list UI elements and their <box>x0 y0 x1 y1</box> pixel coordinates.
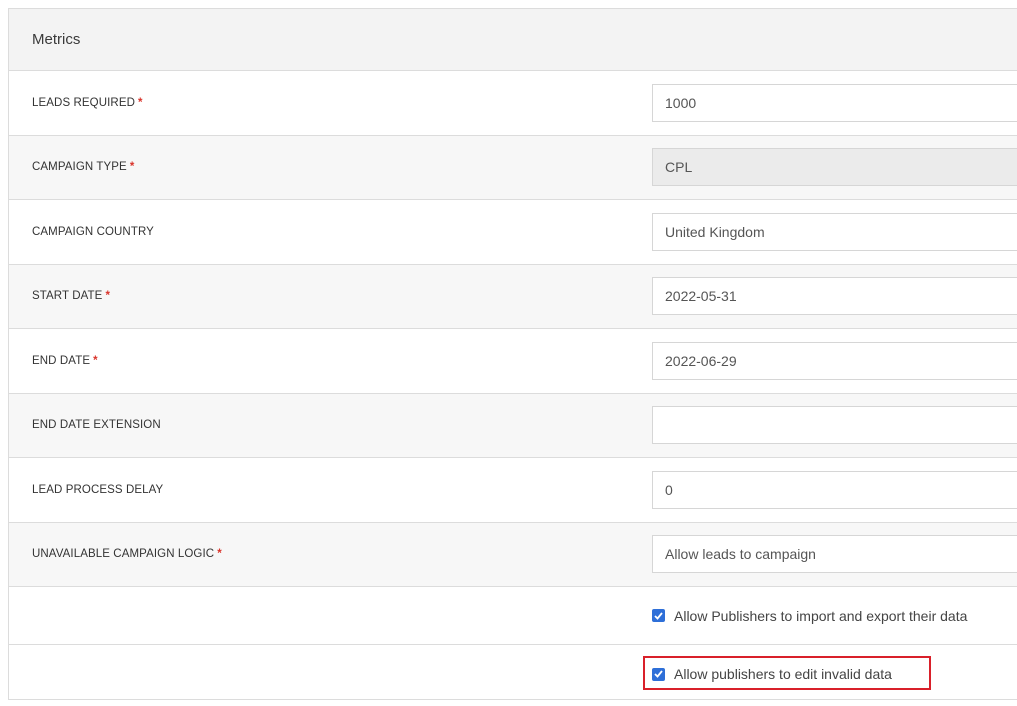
unavailable-campaign-logic-select[interactable]: Allow leads to campaign <box>652 535 1017 574</box>
row-start-date: START DATE * 2022-05-31 <box>9 264 1017 329</box>
row-edit-invalid-checkbox: Allow publishers to edit invalid data <box>9 645 1017 703</box>
field-label: LEADS REQUIRED * <box>32 96 143 109</box>
end-date-input[interactable]: 2022-06-29 <box>652 341 1017 380</box>
panel-title: Metrics <box>32 31 81 48</box>
start-date-input[interactable]: 2022-05-31 <box>652 277 1017 316</box>
row-import-export-checkbox: Allow Publishers to import and export th… <box>9 587 1017 645</box>
field-label: START DATE * <box>32 290 111 303</box>
row-leads-required: LEADS REQUIRED * 1000 <box>9 71 1017 136</box>
checkbox-label: Allow Publishers to import and export th… <box>674 607 968 624</box>
row-campaign-type: CAMPAIGN TYPE * CPL <box>9 135 1017 200</box>
metrics-panel: Metrics LEADS REQUIRED * 1000 CAMPAIGN TY… <box>8 8 1017 700</box>
field-label: END DATE * <box>32 354 98 367</box>
checkbox-checked-icon[interactable] <box>652 609 665 622</box>
row-end-date-extension: END DATE EXTENSION <box>9 393 1017 458</box>
campaign-country-select[interactable]: United Kingdom <box>652 212 1017 251</box>
field-label: CAMPAIGN COUNTRY <box>32 225 154 238</box>
row-end-date: END DATE * 2022-06-29 <box>9 329 1017 394</box>
end-date-extension-input[interactable] <box>652 406 1017 445</box>
leads-required-input[interactable]: 1000 <box>652 83 1017 122</box>
edit-invalid-data-checkbox[interactable]: Allow publishers to edit invalid data <box>652 666 892 682</box>
field-label: UNAVAILABLE CAMPAIGN LOGIC * <box>32 548 222 561</box>
field-label: LEAD PROCESS DELAY <box>32 483 164 496</box>
campaign-type-input: CPL <box>652 148 1017 187</box>
checkbox-checked-icon[interactable] <box>652 667 665 681</box>
import-export-checkbox[interactable]: Allow Publishers to import and export th… <box>652 608 967 624</box>
row-lead-process-delay: LEAD PROCESS DELAY 0 <box>9 458 1017 523</box>
panel-header: Metrics <box>9 9 1017 71</box>
lead-process-delay-input[interactable]: 0 <box>652 470 1017 509</box>
field-label: END DATE EXTENSION <box>32 419 161 432</box>
row-campaign-country: CAMPAIGN COUNTRY United Kingdom <box>9 200 1017 265</box>
checkbox-label: Allow publishers to edit invalid data <box>674 666 892 682</box>
row-unavailable-campaign-logic: UNAVAILABLE CAMPAIGN LOGIC * Allow leads … <box>9 522 1017 587</box>
field-label: CAMPAIGN TYPE * <box>32 161 135 174</box>
